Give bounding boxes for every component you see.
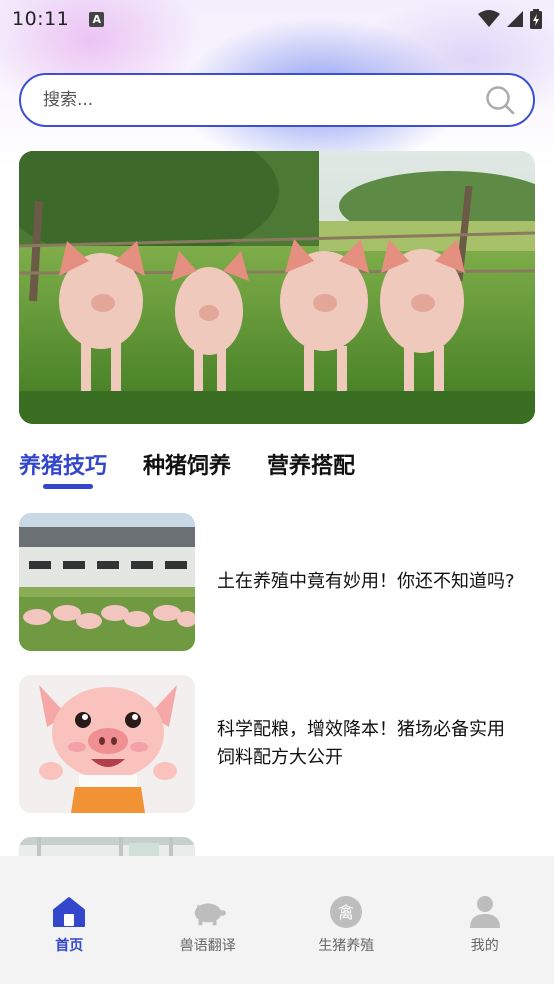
notification-icon: A [89,11,105,27]
user-icon [467,894,503,930]
wifi-icon [478,10,500,27]
nav-item-pig-farming[interactable]: 禽 生猪养殖 [277,856,416,984]
search-icon[interactable] [485,85,515,115]
nav-label: 生猪养殖 [318,938,375,954]
nav-item-home[interactable]: 首页 [0,856,139,984]
nav-label: 首页 [55,938,84,954]
bottom-navigation: 首页 兽语翻译 禽 生猪养殖 我的 [0,856,554,984]
pig-icon [190,894,226,930]
status-time: 10:11 [12,8,70,30]
pigs-in-field-photo [19,151,535,424]
nav-label: 兽语翻译 [179,938,236,954]
category-tabs: 养猪技巧 种猪饲养 营养搭配 [19,448,391,490]
search-bar[interactable] [19,73,535,127]
nav-item-animal-translate[interactable]: 兽语翻译 [139,856,278,984]
nav-label: 我的 [470,938,499,954]
badge-glyph: 禽 [338,903,354,922]
active-tab-indicator [43,484,93,489]
tab-nutrition-mix[interactable]: 营养搭配 [267,448,355,490]
status-icons [478,9,542,29]
search-input[interactable] [43,90,485,110]
list-item[interactable]: 土在养殖中竟有妙用！你还不知道吗? [19,513,535,651]
pig-barn-photo [19,513,195,651]
status-bar: 10:11 A [0,0,554,38]
banner-image[interactable] [19,151,535,424]
signal-icon [507,11,523,27]
livestock-badge-icon: 禽 [328,894,364,930]
nav-item-profile[interactable]: 我的 [416,856,554,984]
cartoon-pig-image [19,675,195,813]
article-thumbnail [19,513,195,651]
tab-breeding-pig-feeding[interactable]: 种猪饲养 [143,448,231,490]
list-item[interactable]: 科学配粮，增效降本！猪场必备实用饲料配方大公开 [19,675,535,813]
home-icon [51,894,87,930]
article-title: 土在养殖中竟有妙用！你还不知道吗? [217,571,515,592]
article-thumbnail [19,675,195,813]
battery-icon [530,9,542,29]
article-title: 科学配粮，增效降本！猪场必备实用饲料配方大公开 [217,719,505,768]
